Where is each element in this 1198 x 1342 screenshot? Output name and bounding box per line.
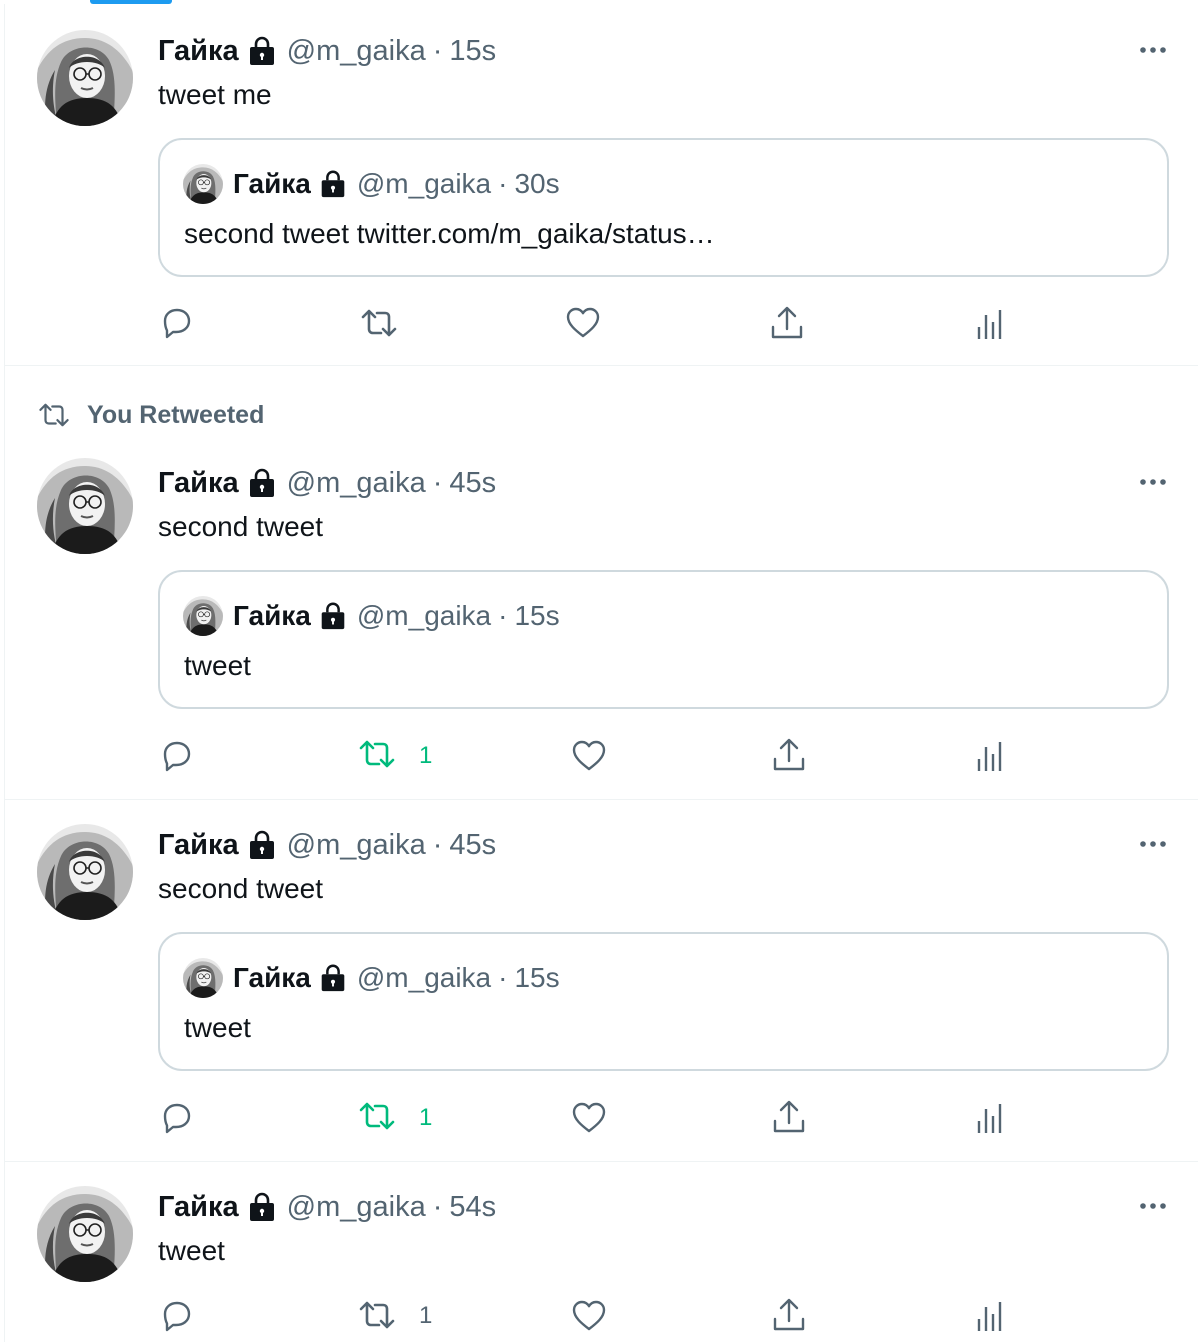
retweet-icon[interactable] [359, 303, 399, 343]
tweet[interactable]: Гайка @m_gaika · 15s tweet me Гайка @m_g… [5, 4, 1198, 366]
like-icon[interactable] [569, 736, 609, 776]
views-icon[interactable] [969, 1099, 1009, 1139]
tweet-text: tweet me [158, 79, 272, 110]
social-context-label[interactable]: You Retweeted [87, 401, 264, 430]
lock-icon [317, 962, 349, 994]
lock-icon [245, 828, 279, 862]
author-name: Гайка [233, 962, 311, 993]
avatar [183, 164, 223, 204]
author-handle[interactable]: @m_gaika [287, 34, 426, 68]
separator: · [498, 600, 508, 631]
like-icon[interactable] [569, 1098, 609, 1138]
author-name[interactable]: Гайка [158, 1190, 239, 1224]
lock-icon [317, 600, 349, 632]
avatar [183, 596, 223, 636]
share-icon[interactable] [769, 735, 809, 775]
retweet-icon[interactable] [357, 1295, 397, 1335]
author-handle[interactable]: @m_gaika [287, 466, 426, 500]
share-icon[interactable] [767, 303, 807, 343]
quoted-tweet[interactable]: Гайка @m_gaika · 15s tweet [158, 932, 1169, 1071]
reply-icon[interactable] [157, 1098, 197, 1138]
author-name: Гайка [233, 600, 311, 631]
author-handle: @m_gaika [356, 962, 492, 993]
quoted-tweet[interactable]: Гайка @m_gaika · 30s second tweet twitte… [158, 138, 1169, 277]
quoted-tweet-text: second tweet twitter.com/m_gaika/status… [184, 218, 715, 249]
more-icon[interactable] [1133, 1196, 1173, 1216]
share-icon[interactable] [769, 1097, 809, 1137]
author-name[interactable]: Гайка [158, 466, 239, 500]
lock-icon [245, 466, 279, 500]
quoted-tweet-header: Гайка @m_gaika · 30s [183, 167, 560, 201]
timestamp: 15s [514, 962, 560, 993]
tweet-header: Гайка @m_gaika · 45s [158, 828, 496, 862]
separator: · [432, 467, 443, 499]
quoted-tweet-header: Гайка @m_gaika · 15s [183, 599, 560, 633]
timestamp[interactable]: 54s [449, 1190, 496, 1224]
author-name[interactable]: Гайка [158, 34, 239, 68]
timestamp[interactable]: 15s [449, 34, 496, 68]
avatar[interactable] [37, 30, 133, 126]
tweet-text: tweet [158, 1235, 225, 1266]
separator: · [498, 168, 508, 199]
views-icon[interactable] [969, 1297, 1009, 1337]
retweet-count: 1 [419, 1302, 433, 1329]
reply-icon[interactable] [157, 303, 197, 343]
tweet-text: second tweet [158, 873, 323, 904]
author-handle: @m_gaika [356, 168, 492, 199]
avatar[interactable] [37, 824, 133, 920]
share-icon[interactable] [769, 1295, 809, 1335]
avatar [183, 958, 223, 998]
author-handle: @m_gaika [356, 600, 492, 631]
separator: · [432, 35, 443, 67]
separator: · [498, 962, 508, 993]
quoted-tweet-text: tweet [184, 1012, 251, 1043]
retweet-icon[interactable] [357, 734, 397, 774]
lock-icon [245, 34, 279, 68]
timestamp: 30s [514, 168, 560, 199]
lock-icon [317, 168, 349, 200]
separator: · [432, 1191, 443, 1223]
timestamp: 15s [514, 600, 560, 631]
tweet-text: second tweet [158, 511, 323, 542]
views-icon[interactable] [969, 737, 1009, 777]
avatar[interactable] [37, 1186, 133, 1282]
tweet-header: Гайка @m_gaika · 15s [158, 34, 496, 68]
more-icon[interactable] [1133, 40, 1173, 60]
lock-icon [245, 1190, 279, 1224]
author-name: Гайка [233, 168, 311, 199]
author-handle[interactable]: @m_gaika [287, 828, 426, 862]
reply-icon[interactable] [157, 1296, 197, 1336]
timeline: Гайка @m_gaika · 15s tweet me Гайка @m_g… [4, 4, 1198, 1342]
author-name[interactable]: Гайка [158, 828, 239, 862]
reply-icon[interactable] [157, 736, 197, 776]
author-handle[interactable]: @m_gaika [287, 1190, 426, 1224]
tweet[interactable]: You Retweeted Гайка @m_gaika · 45s secon… [5, 366, 1198, 800]
tweet[interactable]: Гайка @m_gaika · 54s tweet 1 [5, 1162, 1198, 1342]
views-icon[interactable] [969, 305, 1009, 345]
quoted-tweet-header: Гайка @m_gaika · 15s [183, 961, 560, 995]
retweet-icon [37, 398, 71, 432]
retweet-count: 1 [419, 742, 433, 769]
timestamp[interactable]: 45s [449, 466, 496, 500]
timestamp[interactable]: 45s [449, 828, 496, 862]
more-icon[interactable] [1133, 834, 1173, 854]
tweet[interactable]: Гайка @m_gaika · 45s second tweet Гайка … [5, 800, 1198, 1162]
social-context: You Retweeted [37, 400, 264, 430]
avatar[interactable] [37, 458, 133, 554]
like-icon[interactable] [569, 1296, 609, 1336]
quoted-tweet[interactable]: Гайка @m_gaika · 15s tweet [158, 570, 1169, 709]
more-icon[interactable] [1133, 472, 1173, 492]
separator: · [432, 829, 443, 861]
like-icon[interactable] [563, 303, 603, 343]
retweet-count: 1 [419, 1104, 433, 1131]
tweet-header: Гайка @m_gaika · 54s [158, 1190, 496, 1224]
retweet-icon[interactable] [357, 1096, 397, 1136]
quoted-tweet-text: tweet [184, 650, 251, 681]
tweet-header: Гайка @m_gaika · 45s [158, 466, 496, 500]
